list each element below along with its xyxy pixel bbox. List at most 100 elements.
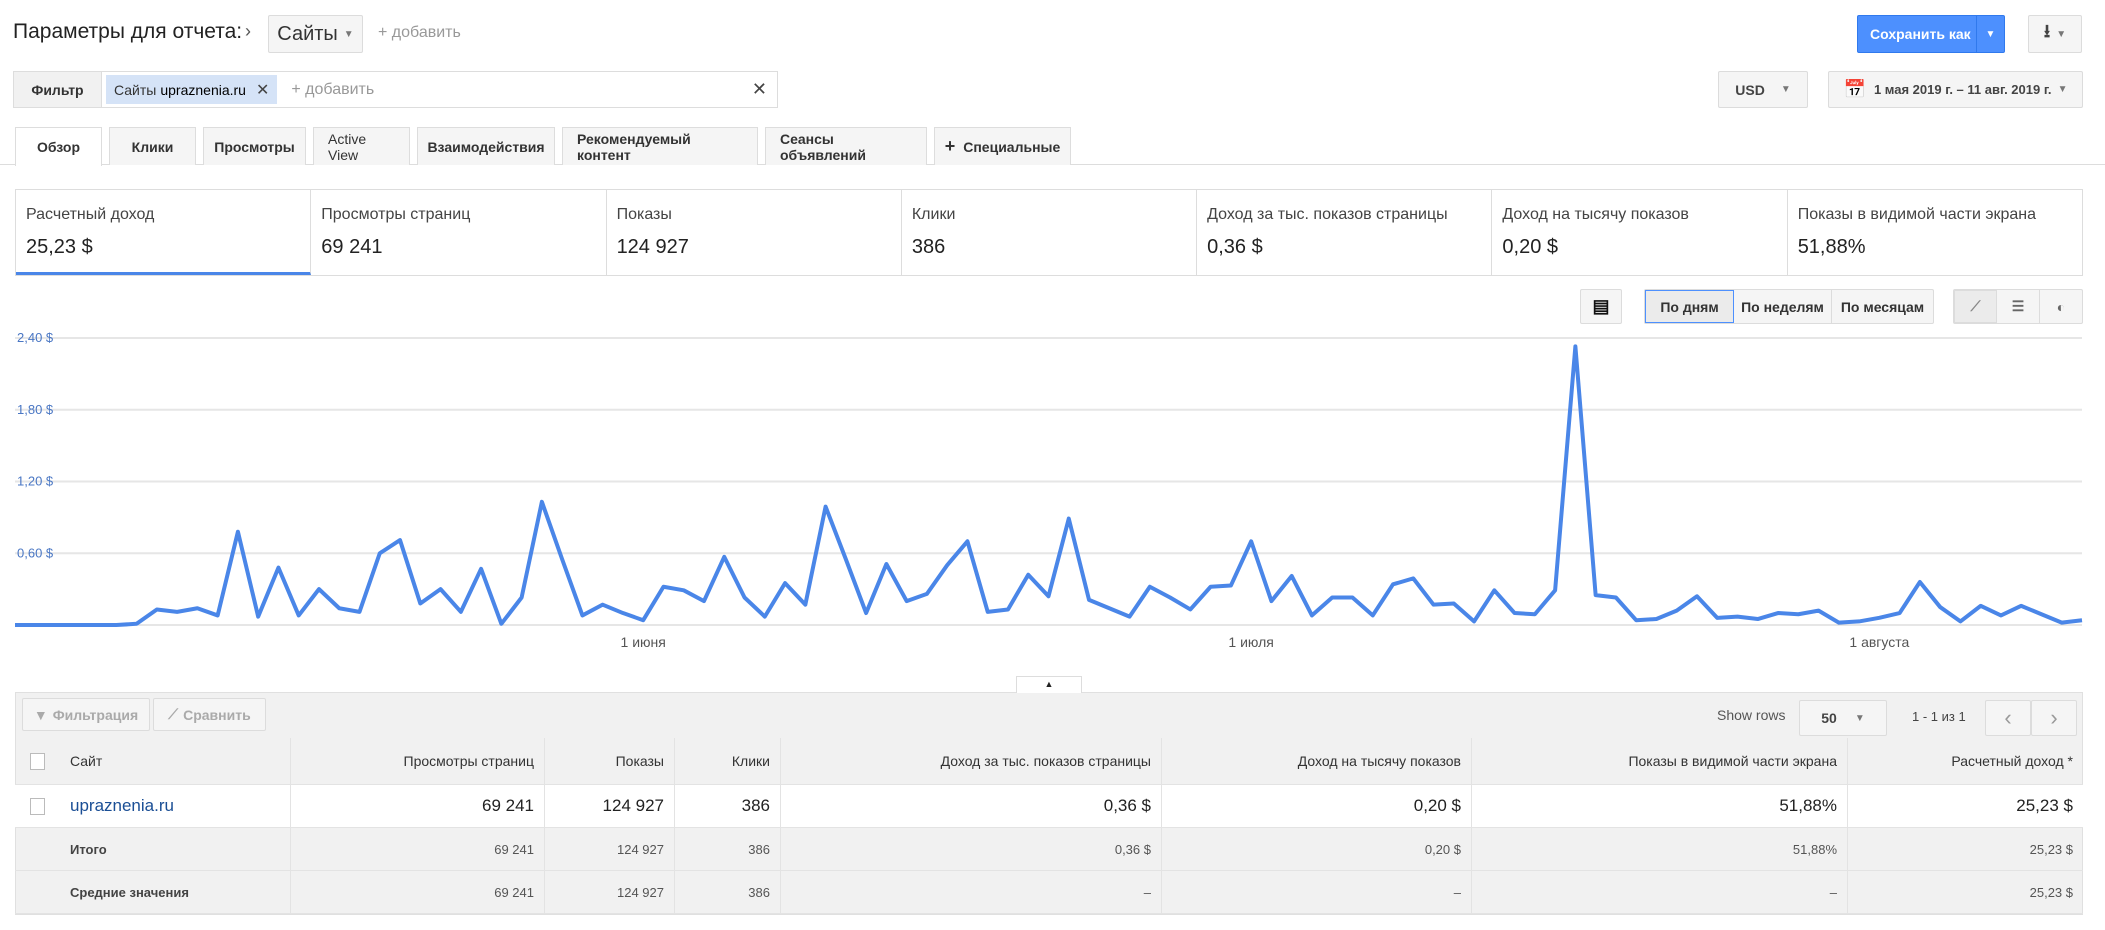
tab-interactions[interactable]: Взаимодействия xyxy=(417,127,555,165)
col-viewability[interactable]: Показы в видимой части экрана xyxy=(1472,738,1848,784)
total-row: Итого 69 241 124 927 386 0,36 $ 0,20 $ 5… xyxy=(15,828,2083,871)
metric-card-pageviews[interactable]: Просмотры страниц 69 241 xyxy=(311,190,607,275)
cell-viewability: 51,88% xyxy=(1472,785,1848,827)
by-month-button[interactable]: По месяцам xyxy=(1832,290,1933,323)
row-checkbox[interactable] xyxy=(30,797,45,815)
y-tick-label: 0,60 $ xyxy=(17,545,54,560)
tab-recommended-content[interactable]: Рекомендуемый контент xyxy=(562,127,758,165)
filter-label: Фильтр xyxy=(14,72,102,107)
cell-impressions: 124 927 xyxy=(545,785,675,827)
avg-page-rpm: – xyxy=(781,871,1162,913)
comment-icon: ▤ xyxy=(1592,296,1610,316)
add-dimension-link[interactable]: + добавить xyxy=(378,24,461,42)
chart-type-toggle: ⟋ ☰ ◐ xyxy=(1953,289,2083,324)
pagination-label: 1 - 1 из 1 xyxy=(1912,709,1966,724)
tab-active-view[interactable]: Active View xyxy=(313,127,410,165)
avg-pageviews: 69 241 xyxy=(291,871,545,913)
revenue-line-chart: 0,60 $ 1,20 $ 1,80 $ 2,40 $ 1 июня 1 июля 1 ав… xyxy=(15,330,2083,650)
col-page-rpm[interactable]: Доход за тыс. показов страницы xyxy=(781,738,1162,784)
line-chart-icon: ⟋ xyxy=(168,706,179,722)
tab-custom[interactable]: + Специальные xyxy=(934,127,1071,165)
pie-chart-icon[interactable]: ◐ xyxy=(2040,290,2082,323)
compare-button[interactable]: ⟋ Сравнить xyxy=(153,698,266,731)
col-impressions[interactable]: Показы xyxy=(545,738,675,784)
collapse-chart-button[interactable]: ▲ xyxy=(1016,676,1082,693)
chevron-down-icon: ▼ xyxy=(1780,84,1791,95)
calendar-icon: 📅 xyxy=(1843,79,1866,99)
chevron-right-icon: › xyxy=(245,21,251,41)
close-icon[interactable]: ✕ xyxy=(256,80,269,100)
download-icon: ⭳ xyxy=(2043,21,2051,41)
total-viewability: 51,88% xyxy=(1472,828,1848,870)
plus-icon: + xyxy=(944,136,956,156)
table-row: upraznenia.ru 69 241 124 927 386 0,36 $ … xyxy=(15,785,2083,828)
tab-overview[interactable]: Обзор xyxy=(15,127,102,166)
average-row: Средние значения 69 241 124 927 386 – – … xyxy=(15,871,2083,914)
chevron-down-icon: ▼ xyxy=(2057,84,2068,95)
metric-card-impressions[interactable]: Показы 124 927 xyxy=(607,190,902,275)
line-chart-icon[interactable]: ⟋ xyxy=(1954,290,1997,323)
cell-pageviews: 69 241 xyxy=(291,785,545,827)
filter-table-button[interactable]: ▼ Фильтрация xyxy=(22,698,150,731)
total-impression-rpm: 0,20 $ xyxy=(1162,828,1472,870)
add-filter-link[interactable]: + добавить xyxy=(291,81,374,99)
filter-chip[interactable]: Сайты upraznenia.ru ✕ xyxy=(106,75,278,104)
show-rows-label: Show rows xyxy=(1717,707,1786,723)
total-revenue: 25,23 $ xyxy=(2029,841,2073,857)
col-site[interactable]: Сайт xyxy=(60,738,291,784)
y-tick-label: 2,40 $ xyxy=(17,330,54,345)
bar-chart-icon[interactable]: ☰ xyxy=(1997,290,2040,323)
prev-page-button[interactable]: ‹ xyxy=(1985,700,2031,736)
total-label: Итого xyxy=(60,828,291,870)
save-as-button[interactable]: Сохранить как ▼ xyxy=(1857,15,2005,53)
tab-clicks[interactable]: Клики xyxy=(109,127,196,165)
currency-dropdown[interactable]: USD ▼ xyxy=(1718,71,1808,108)
metric-card-page-rpm[interactable]: Доход за тыс. показов страницы 0,36 $ xyxy=(1197,190,1493,275)
revenue-series-line xyxy=(15,344,2083,627)
filter-bar: Фильтр Сайты upraznenia.ru ✕ + добавить ✕ xyxy=(13,71,778,108)
col-revenue[interactable]: Расчетный доход * xyxy=(1848,738,2083,784)
clear-filter-icon[interactable]: ✕ xyxy=(752,79,767,100)
avg-impression-rpm: – xyxy=(1162,871,1472,913)
avg-impressions: 124 927 xyxy=(545,871,675,913)
avg-clicks: 386 xyxy=(675,871,781,913)
by-week-button[interactable]: По неделям xyxy=(1734,290,1832,323)
download-button[interactable]: ⭳ ▼ xyxy=(2028,15,2082,53)
site-link[interactable]: upraznenia.ru xyxy=(60,785,291,827)
chevron-down-icon: ▼ xyxy=(1854,712,1865,724)
x-tick-label: 1 июня xyxy=(621,634,666,650)
select-all-checkbox[interactable] xyxy=(30,752,45,770)
rows-per-page-dropdown[interactable]: 50 ▼ xyxy=(1799,700,1887,736)
average-label: Средние значения xyxy=(60,871,291,913)
col-clicks[interactable]: Клики xyxy=(675,738,781,784)
granularity-toggle: По дням По неделям По месяцам xyxy=(1644,289,1934,324)
report-tabs: Обзор Клики Просмотры Active View Взаимо… xyxy=(15,127,1071,166)
total-page-rpm: 0,36 $ xyxy=(781,828,1162,870)
metric-card-viewability[interactable]: Показы в видимой части экрана 51,88% xyxy=(1788,190,2082,275)
by-day-button[interactable]: По дням xyxy=(1645,290,1734,323)
x-tick-label: 1 июля xyxy=(1228,634,1273,650)
cell-page-rpm: 0,36 $ xyxy=(781,785,1162,827)
tab-ad-sessions[interactable]: Сеансы объявлений xyxy=(765,127,927,165)
cell-revenue: 25,23 $ xyxy=(2016,796,2073,815)
data-table: Сайт Просмотры страниц Показы Клики Дохо… xyxy=(15,738,2083,914)
cell-clicks: 386 xyxy=(675,785,781,827)
page-title: Параметры для отчета: xyxy=(13,20,243,43)
dimension-dropdown[interactable]: Сайты ▼ xyxy=(268,15,363,53)
total-pageviews: 69 241 xyxy=(291,828,545,870)
x-tick-label: 1 августа xyxy=(1849,634,1909,650)
col-pageviews[interactable]: Просмотры страниц xyxy=(291,738,545,784)
metric-card-revenue[interactable]: Расчетный доход 25,23 $ xyxy=(16,190,312,275)
col-impression-rpm[interactable]: Доход на тысячу показов xyxy=(1162,738,1472,784)
chevron-up-icon: ▲ xyxy=(1044,679,1054,689)
chevron-down-icon[interactable]: ▼ xyxy=(1976,16,2004,52)
date-range-picker[interactable]: 📅 1 мая 2019 г. – 11 авг. 2019 г. ▼ xyxy=(1828,71,2083,108)
annotation-button[interactable]: ▤ xyxy=(1580,289,1622,324)
tab-views[interactable]: Просмотры xyxy=(203,127,306,165)
metric-card-clicks[interactable]: Клики 386 xyxy=(902,190,1198,275)
y-tick-label: 1,20 $ xyxy=(17,474,54,489)
metric-card-impression-rpm[interactable]: Доход на тысячу показов 0,20 $ xyxy=(1492,190,1788,275)
avg-viewability: – xyxy=(1472,871,1848,913)
chevron-left-icon: ‹ xyxy=(2004,705,2012,730)
next-page-button[interactable]: › xyxy=(2031,700,2077,736)
